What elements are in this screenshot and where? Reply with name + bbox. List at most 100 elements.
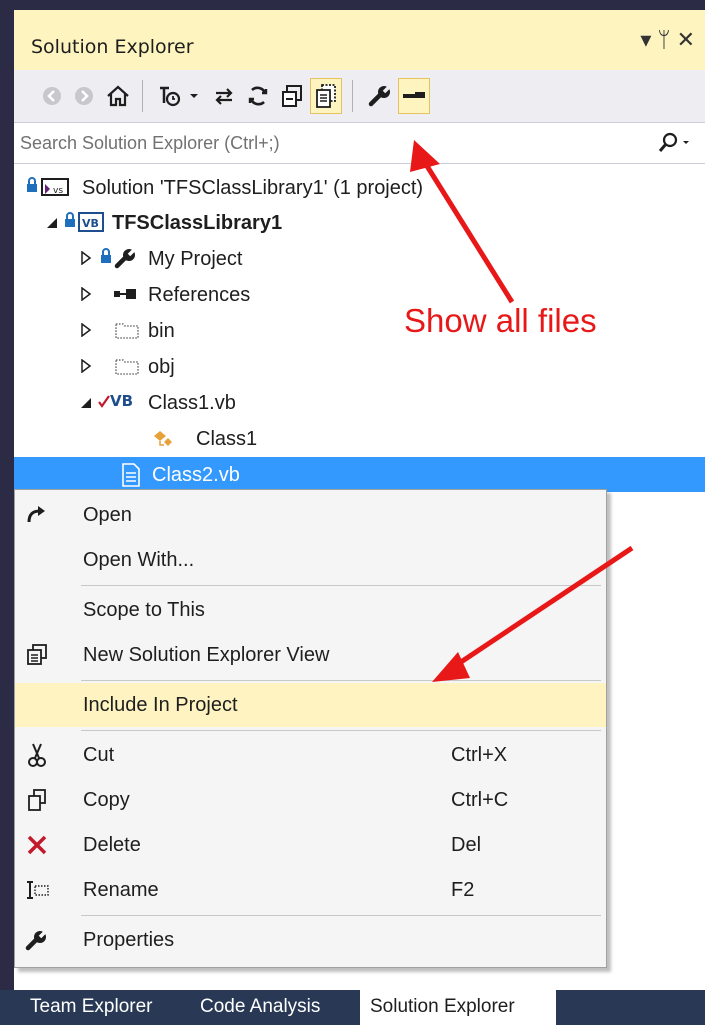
toolbar-separator bbox=[142, 80, 143, 112]
pending-changes-icon[interactable] bbox=[154, 78, 186, 114]
menu-item-open[interactable]: Open bbox=[15, 493, 606, 537]
solution-icon: vs bbox=[40, 176, 70, 198]
search-box[interactable] bbox=[14, 122, 705, 164]
menu-item-shortcut: F2 bbox=[451, 879, 475, 901]
collapsed-arrow-icon[interactable] bbox=[80, 323, 92, 337]
solution-tree: vs Solution 'TFSClassLibrary1' (1 projec… bbox=[14, 164, 705, 494]
menu-item-open-with[interactable]: Open With... bbox=[15, 538, 606, 582]
search-input[interactable] bbox=[20, 129, 620, 157]
collapsed-arrow-icon[interactable] bbox=[80, 251, 92, 265]
toolbar-separator bbox=[352, 80, 353, 112]
back-icon[interactable] bbox=[36, 78, 68, 114]
menu-item-copy[interactable]: Copy Ctrl+C bbox=[15, 778, 606, 822]
pending-changes-dropdown-icon[interactable] bbox=[184, 78, 204, 114]
new-view-icon bbox=[23, 641, 51, 669]
menu-item-label: Scope to This bbox=[83, 599, 205, 621]
class1-file-label: Class1.vb bbox=[148, 392, 236, 414]
scissors-icon bbox=[23, 741, 51, 769]
tree-item-project[interactable]: VB TFSClassLibrary1 bbox=[14, 205, 705, 240]
excluded-folder-icon bbox=[114, 320, 140, 340]
menu-item-properties[interactable]: Properties bbox=[15, 918, 606, 962]
context-menu: Open Open With... Scope to This New Solu… bbox=[14, 489, 607, 968]
pin-icon[interactable]: ᛘ bbox=[657, 28, 676, 53]
excluded-folder-icon bbox=[114, 356, 140, 376]
vb-project-icon: VB bbox=[78, 211, 104, 233]
menu-item-label: Cut bbox=[83, 744, 115, 766]
tree-item-class1-vb[interactable]: VB Class1.vb bbox=[14, 385, 705, 420]
menu-item-label: Include In Project bbox=[83, 694, 238, 716]
tree-item-class1[interactable]: Class1 bbox=[14, 421, 705, 456]
source-control-lock-icon bbox=[100, 248, 112, 264]
bin-label: bin bbox=[148, 320, 175, 342]
menu-separator bbox=[81, 585, 601, 586]
menu-item-rename[interactable]: Rename F2 bbox=[15, 868, 606, 912]
menu-item-label: New Solution Explorer View bbox=[83, 644, 330, 666]
excluded-file-icon bbox=[120, 462, 142, 488]
menu-item-label: Delete bbox=[83, 834, 141, 856]
open-icon bbox=[23, 501, 51, 529]
source-control-lock-icon bbox=[26, 177, 38, 193]
annotation-label: Show all files bbox=[404, 302, 597, 339]
collapsed-arrow-icon[interactable] bbox=[80, 287, 92, 301]
forward-icon[interactable] bbox=[68, 78, 100, 114]
svg-text:VB: VB bbox=[82, 217, 99, 230]
show-all-files-icon[interactable] bbox=[310, 78, 342, 114]
tree-item-my-project[interactable]: My Project bbox=[14, 241, 705, 276]
copy-icon bbox=[23, 786, 51, 814]
tree-item-references[interactable]: References bbox=[14, 277, 705, 312]
checked-in-icon bbox=[98, 393, 110, 409]
tree-item-solution[interactable]: vs Solution 'TFSClassLibrary1' (1 projec… bbox=[14, 170, 705, 205]
references-label: References bbox=[148, 284, 251, 306]
refresh-icon[interactable] bbox=[242, 78, 274, 114]
solution-explorer-toolbar bbox=[14, 70, 705, 122]
home-icon[interactable] bbox=[102, 78, 134, 114]
window-frame-left bbox=[0, 0, 14, 1025]
properties-wrench-icon[interactable] bbox=[364, 78, 396, 114]
search-icon[interactable] bbox=[657, 131, 693, 159]
solution-label: Solution 'TFSClassLibrary1' (1 project) bbox=[82, 177, 424, 199]
menu-item-label: Rename bbox=[83, 879, 159, 901]
tab-solution-explorer[interactable]: Solution Explorer bbox=[360, 990, 556, 1025]
collapsed-arrow-icon[interactable] bbox=[80, 359, 92, 373]
window-frame-top bbox=[0, 0, 705, 10]
expanded-arrow-icon[interactable] bbox=[80, 397, 92, 409]
wrench-icon bbox=[114, 247, 138, 269]
vb-file-icon: VB bbox=[110, 392, 134, 410]
class-icon bbox=[152, 428, 178, 450]
menu-item-shortcut: Del bbox=[451, 834, 482, 856]
sync-with-active-document-icon[interactable] bbox=[208, 78, 240, 114]
obj-label: obj bbox=[148, 356, 175, 378]
tree-item-obj[interactable]: obj bbox=[14, 349, 705, 384]
menu-item-new-solution-explorer-view[interactable]: New Solution Explorer View bbox=[15, 633, 606, 677]
menu-item-cut[interactable]: Cut Ctrl+X bbox=[15, 733, 606, 777]
references-icon bbox=[112, 287, 138, 301]
source-control-lock-icon bbox=[64, 212, 76, 228]
delete-icon bbox=[23, 831, 51, 859]
menu-item-label: Properties bbox=[83, 929, 175, 951]
wrench-icon bbox=[23, 926, 51, 954]
project-label: TFSClassLibrary1 bbox=[112, 212, 283, 234]
menu-separator bbox=[81, 680, 601, 681]
tab-code-analysis[interactable]: Code Analysis bbox=[200, 990, 320, 1025]
tree-item-class2-vb[interactable]: Class2.vb bbox=[14, 457, 705, 492]
tree-item-bin[interactable]: bin bbox=[14, 313, 705, 348]
class1-label: Class1 bbox=[196, 428, 258, 450]
my-project-label: My Project bbox=[148, 248, 243, 270]
menu-separator bbox=[81, 730, 601, 731]
svg-text:vs: vs bbox=[53, 186, 63, 196]
collapse-all-icon[interactable] bbox=[276, 78, 308, 114]
menu-item-label: Open bbox=[83, 504, 132, 526]
panel-title: Solution Explorer bbox=[31, 36, 194, 58]
menu-item-include-in-project[interactable]: Include In Project bbox=[15, 683, 606, 727]
menu-item-label: Copy bbox=[83, 789, 130, 811]
tab-team-explorer[interactable]: Team Explorer bbox=[30, 990, 153, 1025]
class2-file-label: Class2.vb bbox=[152, 464, 240, 486]
menu-item-scope-to-this[interactable]: Scope to This bbox=[15, 588, 606, 632]
preview-selected-items-icon[interactable] bbox=[398, 78, 430, 114]
close-icon[interactable]: ✕ bbox=[677, 28, 701, 53]
menu-item-delete[interactable]: Delete Del bbox=[15, 823, 606, 867]
menu-item-label: Open With... bbox=[83, 549, 195, 571]
dropdown-icon[interactable]: ▾ bbox=[640, 28, 657, 53]
expanded-arrow-icon[interactable] bbox=[46, 217, 58, 229]
panel-window-controls[interactable]: ▾ᛘ✕ bbox=[640, 28, 701, 53]
